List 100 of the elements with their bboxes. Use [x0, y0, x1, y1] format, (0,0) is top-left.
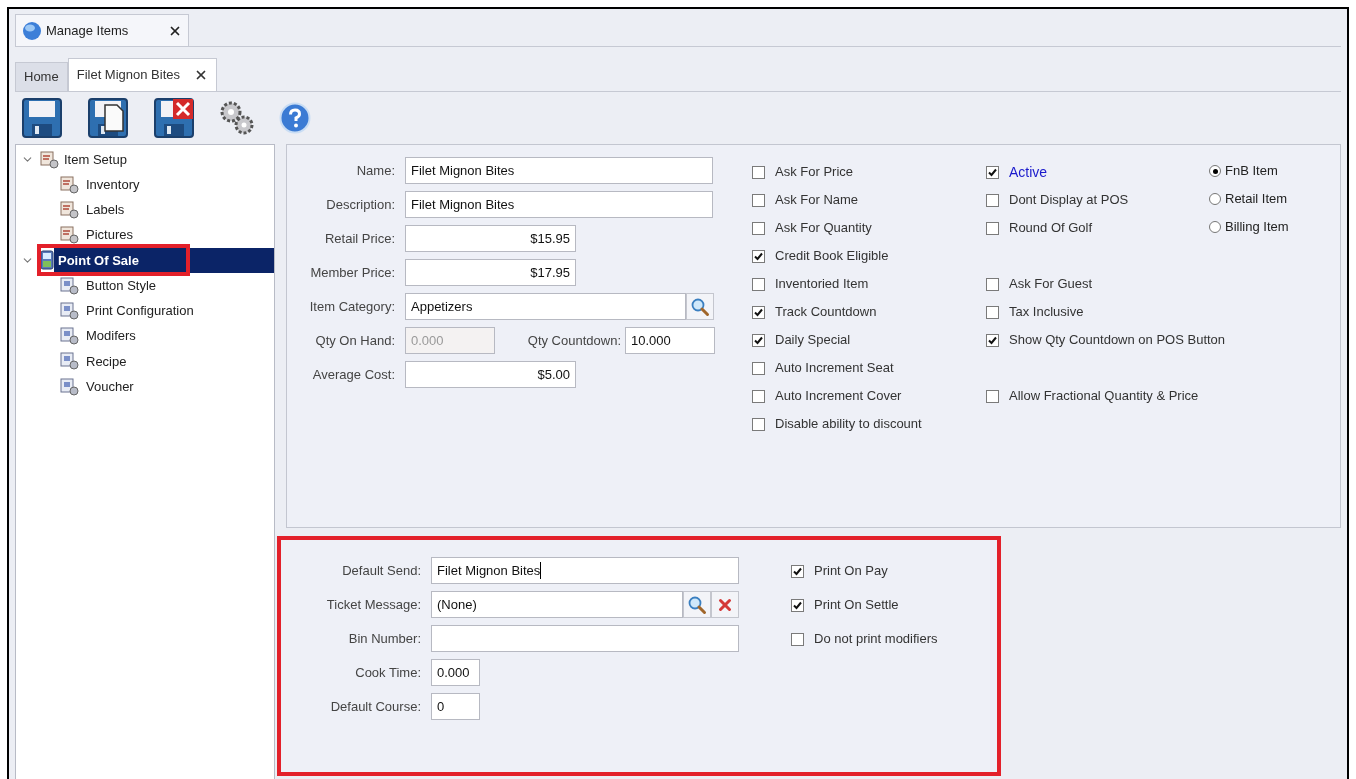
close-icon[interactable] [194, 68, 208, 82]
input-field[interactable]: Appetizers [405, 293, 686, 320]
tree-item[interactable]: Voucher [84, 375, 136, 398]
checkbox-label: Do not print modifiers [814, 630, 938, 649]
checkbox[interactable] [752, 305, 765, 319]
help-icon[interactable] [279, 102, 311, 134]
checkbox-label: Active [1009, 162, 1048, 182]
field-label: Retail Price: [323, 229, 395, 248]
document-gear-icon [40, 150, 60, 169]
tree-item[interactable]: Point Of Sale [54, 247, 274, 273]
checkbox-label: Disable ability to discount [775, 415, 922, 434]
checkbox-label: Daily Special [775, 331, 851, 350]
checkbox-label: Track Countdown [775, 303, 877, 322]
checkbox[interactable] [986, 193, 999, 207]
input-field[interactable]: $17.95 [405, 259, 576, 286]
radio-label: Billing Item [1225, 218, 1289, 237]
checkbox-label: Ask For Quantity [775, 219, 872, 238]
checkbox[interactable] [752, 417, 765, 431]
checkbox[interactable] [986, 221, 999, 235]
tree-item[interactable]: Button Style [84, 274, 159, 297]
checkbox[interactable] [791, 632, 804, 646]
checkbox[interactable] [986, 389, 999, 403]
checkbox-label: Dont Display at POS [1009, 191, 1129, 210]
field-label: Member Price: [309, 263, 395, 282]
tree-item[interactable]: Pictures [84, 224, 135, 247]
checkbox-label: Print On Settle [814, 596, 899, 615]
tab-label: Filet Mignon Bites [76, 66, 180, 85]
input-field[interactable]: Filet Mignon Bites [431, 557, 739, 584]
search-icon [690, 296, 710, 317]
field-label: Default Course: [329, 697, 421, 716]
checkbox[interactable] [986, 305, 999, 319]
checkbox[interactable] [986, 333, 999, 347]
document-tab[interactable]: Home [15, 62, 68, 91]
search-icon [687, 594, 707, 615]
checkbox[interactable] [752, 165, 765, 179]
input-field[interactable]: Filet Mignon Bites [405, 157, 713, 184]
checkbox-label: Ask For Name [775, 191, 859, 210]
checkbox-label: Credit Book Eligible [775, 247, 889, 266]
checkbox[interactable] [986, 165, 999, 179]
field-label: Bin Number: [347, 629, 421, 648]
checkbox-label: Ask For Price [775, 163, 853, 182]
floppy-cross-icon[interactable] [153, 97, 195, 139]
clear-button[interactable] [711, 591, 739, 618]
input-field[interactable]: Filet Mignon Bites [405, 191, 713, 218]
document-gear-icon [60, 226, 80, 245]
tree-item[interactable]: Item Setup [60, 147, 274, 172]
tree-item[interactable]: Inventory [84, 173, 142, 196]
tree-item[interactable]: Modifers [84, 325, 138, 348]
input-field[interactable]: (None) [431, 591, 683, 618]
field-label: Qty On Hand: [314, 331, 395, 350]
document-gear-icon [60, 175, 80, 194]
checkbox-label: Print On Pay [814, 562, 888, 581]
field-label: Cook Time: [354, 663, 421, 682]
checkbox[interactable] [752, 333, 765, 347]
document-gear-icon [60, 352, 80, 371]
search-button[interactable] [683, 591, 711, 618]
document-gear-icon [60, 276, 80, 295]
phone-icon [40, 250, 54, 271]
checkbox[interactable] [752, 277, 765, 291]
input-field[interactable]: 0.000 [431, 659, 480, 686]
save-icon[interactable] [21, 97, 63, 139]
tree-item[interactable]: Labels [84, 198, 127, 221]
window-tab[interactable]: Manage Items [15, 14, 189, 46]
radio-button[interactable] [1209, 165, 1221, 177]
document-gear-icon [60, 327, 80, 346]
input-field[interactable]: $15.95 [405, 225, 576, 252]
floppy-page-icon[interactable] [87, 97, 129, 139]
tab-label: Home [24, 68, 59, 87]
checkbox[interactable] [752, 193, 765, 207]
radio-label: Retail Item [1225, 190, 1288, 209]
tree-item[interactable]: Recipe [84, 350, 129, 373]
checkbox-label: Auto Increment Cover [775, 387, 902, 406]
input-field[interactable]: $5.00 [405, 361, 576, 388]
radio-button[interactable] [1209, 193, 1221, 205]
checkbox[interactable] [986, 277, 999, 291]
field-label: Name: [355, 161, 395, 180]
gears-icon[interactable] [219, 100, 255, 136]
field-label: Description: [325, 195, 395, 214]
checkbox[interactable] [752, 361, 765, 375]
field-label: Average Cost: [311, 365, 395, 384]
checkbox-label: Round Of Golf [1009, 219, 1093, 238]
checkbox-label: Ask For Guest [1009, 275, 1093, 294]
input-field[interactable] [431, 625, 739, 652]
checkbox[interactable] [752, 389, 765, 403]
input-field[interactable]: 0 [431, 693, 480, 720]
text-cursor [540, 562, 542, 579]
globe-icon [22, 20, 42, 41]
document-gear-icon [60, 377, 80, 396]
checkbox[interactable] [791, 598, 804, 612]
document-tab[interactable]: Filet Mignon Bites [67, 58, 217, 91]
field-label: Qty Countdown: [526, 331, 621, 350]
document-gear-icon [60, 200, 80, 219]
checkbox-label: Inventoried Item [775, 275, 869, 294]
radio-button[interactable] [1209, 221, 1221, 233]
checkbox[interactable] [791, 564, 804, 578]
checkbox[interactable] [752, 221, 765, 235]
tree-item[interactable]: Print Configuration [84, 299, 196, 322]
search-button[interactable] [686, 293, 714, 320]
checkbox[interactable] [752, 249, 765, 263]
field-label: Ticket Message: [325, 595, 421, 614]
